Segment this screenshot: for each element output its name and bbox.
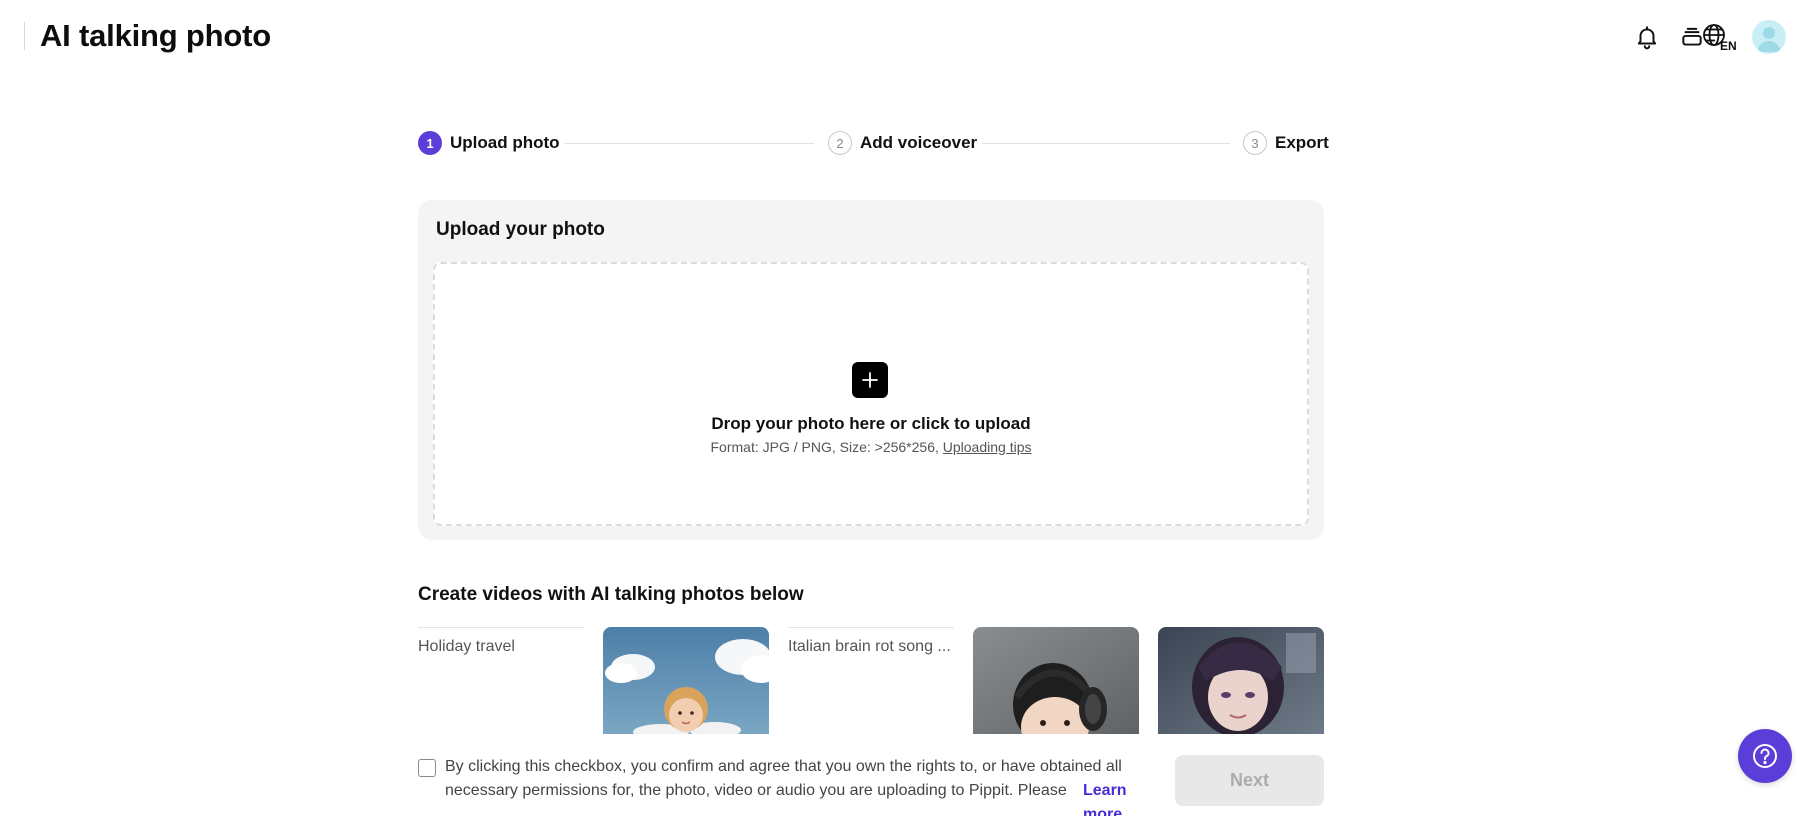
gallery-item-italian-brain-rot[interactable]: Italian brain rot song ... [788, 627, 954, 734]
next-button[interactable]: Next [1175, 755, 1324, 806]
language-badge: EN [1720, 39, 1737, 52]
gallery-item-anime-character[interactable] [1158, 627, 1324, 734]
step-number: 2 [828, 131, 852, 155]
gallery-title: Create videos with AI talking photos bel… [418, 584, 804, 605]
step-connector [564, 143, 814, 144]
step-label: Upload photo [450, 133, 560, 152]
step-connector [982, 143, 1230, 144]
top-header: AI talking photo EN [0, 0, 1813, 74]
gallery-item-cupid-child[interactable] [603, 627, 769, 734]
photo-dropzone[interactable]: Drop your photo here or click to upload … [433, 262, 1309, 526]
drop-instructions: Drop your photo here or click to upload [711, 414, 1031, 433]
consent-checkbox[interactable] [418, 759, 436, 777]
avatar[interactable] [1752, 20, 1786, 54]
step-label: Add voiceover [860, 133, 978, 152]
progress-stepper: 1 Upload photo 2 Add voiceover 3 Export [418, 130, 1329, 156]
page-title: AI talking photo [40, 18, 271, 53]
format-info: Format: JPG / PNG, Size: >256*256, Uploa… [435, 439, 1307, 455]
bell-icon[interactable] [1630, 20, 1664, 54]
gallery-item-label: Italian brain rot song ... [788, 638, 951, 655]
help-button[interactable] [1738, 729, 1792, 783]
consent-text: By clicking this checkbox, you confirm a… [445, 758, 1122, 799]
gallery-item-holiday-travel[interactable]: Holiday travel [418, 627, 584, 734]
step-add-voiceover[interactable]: 2 Add voiceover [828, 130, 977, 156]
upload-card-title: Upload your photo [436, 219, 605, 240]
globe-language-icon[interactable]: EN [1700, 20, 1740, 54]
step-label: Export [1275, 133, 1329, 152]
plus-icon[interactable] [852, 362, 888, 398]
step-upload-photo[interactable]: 1 Upload photo [418, 130, 560, 156]
gallery-item-label: Holiday travel [418, 638, 515, 655]
uploading-tips-link[interactable]: Uploading tips [943, 439, 1032, 455]
format-text: Format: JPG / PNG, Size: >256*256, [710, 439, 943, 455]
template-gallery: Holiday travel Italian brain rot song ..… [418, 627, 1324, 734]
step-number: 1 [418, 131, 442, 155]
step-number: 3 [1243, 131, 1267, 155]
learn-more-link[interactable]: Learn more [1073, 779, 1158, 816]
upload-card: Upload your photo Drop your photo here o… [418, 200, 1324, 540]
header-divider [24, 22, 25, 50]
gallery-item-baby-headphones[interactable] [973, 627, 1139, 734]
question-icon [1753, 744, 1777, 768]
step-export[interactable]: 3 Export [1243, 130, 1329, 156]
